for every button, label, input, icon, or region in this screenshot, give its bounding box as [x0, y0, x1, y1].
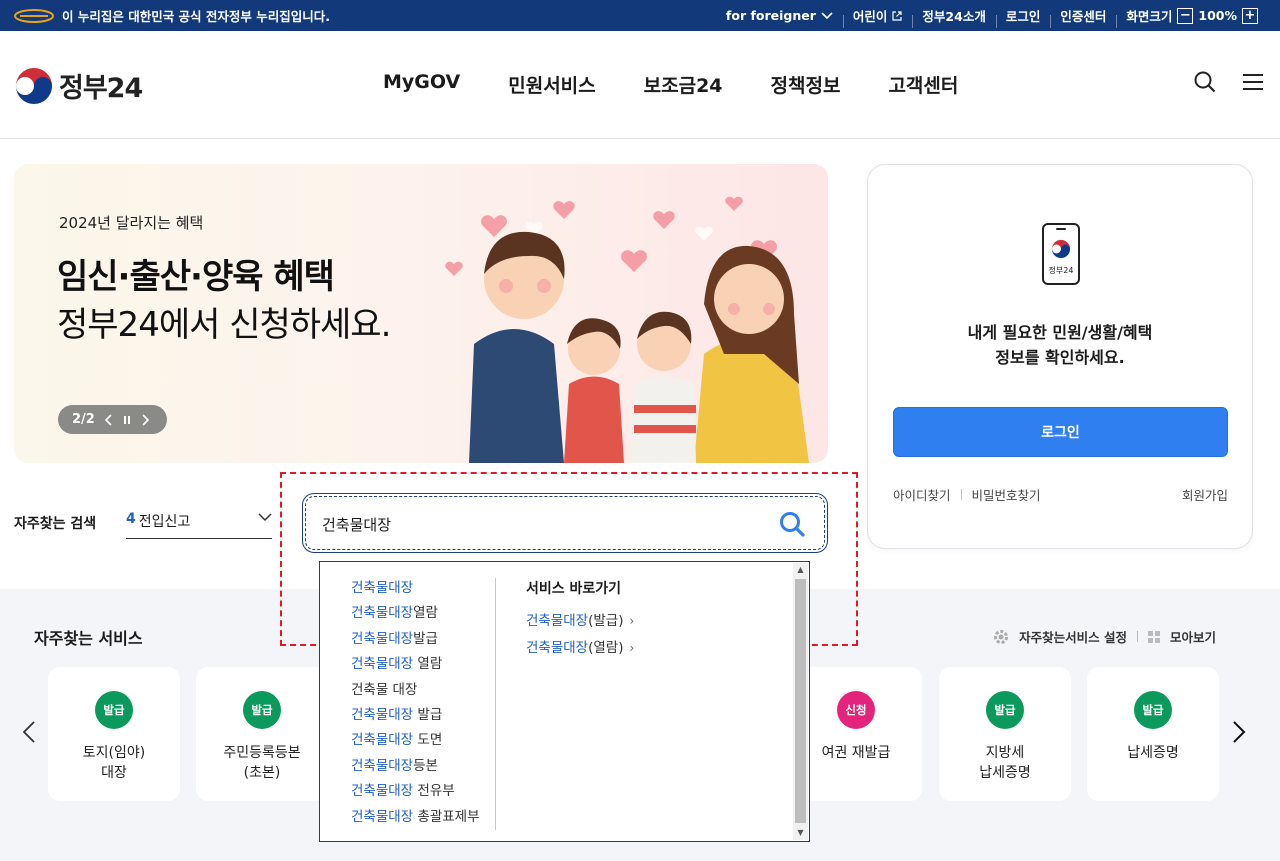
suggestion-item[interactable]: 건축물 대장 [351, 678, 480, 703]
egov-mark-icon [14, 8, 54, 23]
service-name: 주민등록등본 (초본) [223, 745, 301, 781]
login-card: 정부24 내게 필요한 민원/생활/혜택 정보를 확인하세요. 로그인 아이디찾… [867, 164, 1253, 549]
official-site-notice: 이 누리집은 대한민국 공식 전자정부 누리집입니다. [14, 0, 330, 31]
nav-subsidy24[interactable]: 보조금24 [644, 71, 723, 98]
gov24-logo[interactable]: 정부24 [15, 66, 143, 105]
find-password-link[interactable]: 비밀번호찾기 [972, 485, 1041, 504]
frequent-search-dropdown[interactable]: 4 전입신고 [126, 511, 272, 539]
login-button[interactable]: 로그인 [893, 407, 1228, 457]
app-label: 정부24 [1049, 265, 1074, 275]
view-all-link[interactable]: 모아보기 [1170, 627, 1216, 646]
find-id-link[interactable]: 아이디찾기 [893, 485, 951, 504]
gear-icon [994, 629, 1009, 644]
join-link[interactable]: 회원가입 [1182, 485, 1228, 504]
search-query: 건축물대장 [322, 516, 392, 534]
suggestion-list: 건축물대장 건축물대장열람 건축물대장발급 건축물대장 열람 건축물 대장 건축물대장 발… [351, 576, 480, 830]
family-illustration [445, 196, 809, 463]
service-badge: 발급 [986, 691, 1024, 729]
nav-policy-info[interactable]: 정책정보 [771, 71, 841, 98]
chevron-right-icon[interactable] [1232, 720, 1246, 744]
search-icon[interactable] [1194, 71, 1216, 93]
external-link-icon [892, 10, 903, 21]
banner-subtitle: 2024년 달라지는 혜택 [59, 214, 204, 232]
search-input[interactable]: 건축물대장 [302, 493, 828, 553]
suggestion-item[interactable]: 건축물대장발급 [351, 627, 480, 652]
divider [495, 578, 496, 830]
login-message: 내게 필요한 민원/생활/혜택 정보를 확인하세요. [967, 323, 1153, 367]
service-badge: 신청 [837, 691, 875, 729]
scrollbar-thumb[interactable] [795, 579, 806, 823]
mobile-app-icon: 정부24 [1042, 223, 1080, 285]
nav-mygov[interactable]: MyGOV [383, 71, 460, 98]
chevron-down-icon [821, 11, 833, 19]
service-card[interactable]: 발급 지방세 납세증명 [939, 667, 1071, 801]
zoom-in-button[interactable]: + [1242, 7, 1258, 24]
service-card[interactable]: 발급 주민등록등본 (초본) [196, 667, 328, 801]
service-badge: 발급 [95, 691, 133, 729]
service-badge: 발급 [1134, 691, 1172, 729]
scrollbar[interactable]: ▲ ▼ [793, 563, 808, 840]
frequent-search-value: 전입신고 [138, 514, 191, 530]
divider [1136, 631, 1138, 642]
suggestion-item[interactable]: 건축물대장 도면 [351, 728, 480, 753]
suggestion-item[interactable]: 건축물대장 열람 [351, 652, 480, 677]
search-button-icon[interactable] [779, 511, 805, 537]
site-header: 정부24 MyGOV 민원서비스 보조금24 정책정보 고객센터 [0, 31, 1280, 139]
chevron-down-icon [258, 513, 272, 522]
frequent-search-rank: 4 [126, 511, 136, 527]
next-slide-icon[interactable] [141, 413, 149, 426]
main-banner[interactable]: 2024년 달라지는 혜택 임신·출산·양육 혜택 정부24에서 신청하세요. … [14, 164, 828, 463]
suggestion-item[interactable]: 건축물대장 발급 [351, 703, 480, 728]
foreigner-menu[interactable]: for foreigner [716, 8, 843, 23]
service-card[interactable]: 발급 납세증명 [1087, 667, 1219, 801]
suggestion-item[interactable]: 건축물대장 [351, 576, 480, 601]
divider [960, 489, 962, 500]
gov-notice-bar: 이 누리집은 대한민국 공식 전자정부 누리집입니다. for foreigne… [0, 0, 1280, 31]
cert-center-link[interactable]: 인증센터 [1050, 6, 1116, 28]
screen-size-control: 화면크기 − 100% + [1116, 6, 1268, 28]
chevron-right-icon: › [629, 641, 635, 655]
taegeuk-icon [15, 67, 53, 104]
section-title: 자주찾는 서비스 [34, 629, 143, 648]
banner-page-indicator: 2/2 [72, 412, 95, 427]
kids-link[interactable]: 어린이 [842, 6, 913, 28]
about-link[interactable]: 정부24소개 [912, 6, 995, 28]
chevron-left-icon[interactable] [22, 720, 36, 744]
suggestion-item[interactable]: 건축물대장열람 [351, 601, 480, 626]
menu-icon[interactable] [1242, 73, 1264, 91]
service-name: 납세증명 [1127, 745, 1179, 761]
chevron-right-icon: › [629, 614, 635, 628]
shortcuts-title: 서비스 바로가기 [526, 581, 622, 597]
nav-customer-center[interactable]: 고객센터 [888, 71, 958, 98]
banner-title: 임신·출산·양육 혜택 [57, 257, 335, 297]
login-link[interactable]: 로그인 [995, 6, 1051, 28]
suggestion-item[interactable]: 건축물대장 전유부 [351, 779, 480, 804]
frequent-search-label: 자주찾는 검색 [14, 516, 97, 532]
banner-title-line2: 정부24에서 신청하세요. [57, 305, 391, 345]
shortcut-link[interactable]: 건축물대장(열람) › [526, 635, 634, 662]
service-card[interactable]: 발급 토지(임야) 대장 [48, 667, 180, 801]
shortcut-link[interactable]: 건축물대장(발급) › [526, 608, 634, 635]
official-site-notice-text: 이 누리집은 대한민국 공식 전자정부 누리집입니다. [62, 9, 331, 24]
suggestion-item[interactable]: 건축물대장 총괄표제부 [351, 805, 480, 830]
service-badge: 발급 [243, 691, 281, 729]
service-name: 지방세 납세증명 [979, 745, 1031, 781]
search-autocomplete: 건축물대장 건축물대장열람 건축물대장발급 건축물대장 열람 건축물 대장 건축물대장 발… [319, 561, 810, 842]
scroll-up-icon[interactable]: ▲ [793, 563, 808, 577]
grid-icon [1147, 630, 1160, 643]
zoom-level: 100% [1198, 8, 1237, 23]
service-shortcuts: 서비스 바로가기 건축물대장(발급) › 건축물대장(열람) › [526, 578, 634, 662]
banner-pager: 2/2 [58, 405, 167, 434]
suggestion-item[interactable]: 건축물대장등본 [351, 754, 480, 779]
scroll-down-icon[interactable]: ▼ [793, 826, 808, 840]
pause-icon[interactable] [123, 415, 131, 425]
service-name: 토지(임야) 대장 [82, 745, 146, 781]
logo-text: 정부24 [59, 73, 143, 104]
service-settings-link[interactable]: 자주찾는서비스 설정 [1019, 627, 1127, 646]
main-nav: MyGOV 민원서비스 보조금24 정책정보 고객센터 [383, 71, 958, 98]
zoom-out-button[interactable]: − [1177, 7, 1194, 24]
nav-civil-services[interactable]: 민원서비스 [508, 71, 595, 98]
prev-slide-icon[interactable] [104, 413, 113, 426]
